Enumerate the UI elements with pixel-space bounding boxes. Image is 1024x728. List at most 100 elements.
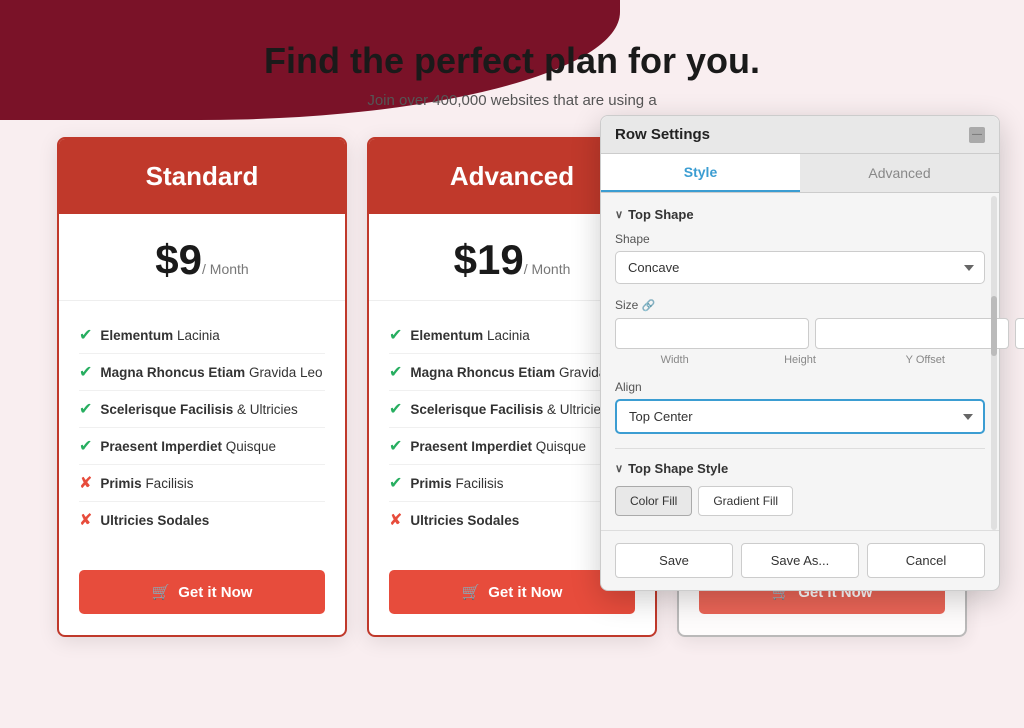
top-shape-style-section: ∨ Top Shape Style Color Fill Gradient Fi… [615, 448, 985, 516]
standard-price-amount: $9 [155, 236, 202, 283]
chevron-down-icon: ∨ [615, 462, 623, 475]
gradient-fill-label: Gradient Fill [713, 494, 778, 508]
cancel-label: Cancel [906, 553, 946, 568]
check-icon: ✔ [79, 362, 92, 382]
check-icon: ✔ [79, 399, 92, 419]
panel-scrollbar[interactable] [991, 196, 997, 530]
fill-buttons-group: Color Fill Gradient Fill [615, 486, 985, 516]
tab-style[interactable]: Style [601, 154, 800, 192]
feature-text: Praesent Imperdiet Quisque [100, 439, 276, 454]
standard-get-button[interactable]: 🛒 Get it Now [79, 570, 325, 614]
advanced-card-name: Advanced [450, 161, 574, 191]
x-icon: ✘ [79, 473, 92, 493]
top-shape-style-title[interactable]: ∨ Top Shape Style [615, 461, 985, 476]
row-settings-panel: Row Settings — Style Advanced ∨ Top Shap… [600, 115, 1000, 591]
list-item: ✔ Elementum Lacinia [389, 317, 635, 354]
color-fill-label: Color Fill [630, 494, 677, 508]
panel-footer: Save Save As... Cancel [601, 530, 999, 590]
feature-text: Scelerisque Facilisis & Ultricies [410, 402, 607, 417]
shape-field-group: Shape Concave None Convex Wave [615, 232, 985, 284]
cart-icon: 🛒 [152, 583, 171, 601]
feature-text: Ultricies Sodales [100, 513, 209, 528]
list-item: ✘ Primis Facilisis [79, 465, 325, 502]
width-label: Width [615, 354, 734, 366]
height-input[interactable] [815, 318, 1009, 349]
check-icon: ✔ [389, 436, 402, 456]
page-title: Find the perfect plan for you. [30, 40, 994, 82]
x-icon: ✘ [79, 510, 92, 530]
feature-text: Scelerisque Facilisis & Ultricies [100, 402, 297, 417]
cancel-button[interactable]: Cancel [867, 543, 985, 578]
feature-text: Praesent Imperdiet Quisque [410, 439, 586, 454]
panel-header: Row Settings — [601, 116, 999, 154]
list-item: ✔ Praesent Imperdiet Quisque [79, 428, 325, 465]
top-shape-section-title[interactable]: ∨ Top Shape [615, 207, 985, 222]
check-icon: ✔ [389, 362, 402, 382]
x-icon: ✘ [389, 510, 402, 530]
feature-text: Ultricies Sodales [410, 513, 519, 528]
feature-text: Magna Rhoncus Etiam Gravida Leo [100, 365, 322, 380]
standard-card-name: Standard [146, 161, 259, 191]
list-item: ✔ Elementum Lacinia [79, 317, 325, 354]
shape-field-label: Shape [615, 232, 985, 246]
check-icon: ✔ [79, 436, 92, 456]
color-fill-button[interactable]: Color Fill [615, 486, 692, 516]
list-item: ✔ Magna Rhoncus Etiam Gravida Leo [79, 354, 325, 391]
size-field-group: Size 🔗 px % em Width Height Y O [615, 298, 985, 366]
align-field-group: Align Top Center Top Left Top Right [615, 380, 985, 434]
check-icon: ✔ [79, 325, 92, 345]
align-select[interactable]: Top Center Top Left Top Right [615, 399, 985, 434]
size-inputs-row: px % em [615, 317, 985, 350]
list-item: ✔Scelerisque Facilisis & Ultricies [389, 391, 635, 428]
panel-body: ∨ Top Shape Shape Concave None Convex Wa… [601, 193, 999, 530]
feature-text: Elementum Lacinia [410, 328, 529, 343]
feature-text: Primis Facilisis [410, 476, 503, 491]
height-label: Height [740, 354, 859, 366]
top-shape-style-label: Top Shape Style [628, 461, 728, 476]
feature-text: Primis Facilisis [100, 476, 193, 491]
save-label: Save [659, 553, 689, 568]
shape-select[interactable]: Concave None Convex Wave [615, 251, 985, 284]
save-as-button[interactable]: Save As... [741, 543, 859, 578]
standard-card: Standard $9/ Month ✔ Elementum Lacinia ✔ M… [57, 137, 347, 637]
list-item: ✘ Ultricies Sodales [389, 502, 635, 538]
list-item: ✔ Magna Rhoncus Etiam Gravida [389, 354, 635, 391]
size-field-label: Size 🔗 [615, 298, 985, 312]
save-button[interactable]: Save [615, 543, 733, 578]
panel-scrollbar-thumb[interactable] [991, 296, 997, 356]
save-as-label: Save As... [771, 553, 830, 568]
tab-advanced-label: Advanced [868, 165, 930, 181]
top-shape-label: Top Shape [628, 207, 693, 222]
width-input[interactable] [615, 318, 809, 349]
size-label-text: Size [615, 298, 638, 312]
y-offset-input[interactable] [1015, 318, 1024, 349]
advanced-get-button[interactable]: 🛒 Get it Now [389, 570, 635, 614]
list-item: ✔ Praesent Imperdiet Quisque [389, 428, 635, 465]
advanced-price-period: / Month [524, 261, 571, 277]
check-icon: ✔ [389, 473, 402, 493]
standard-card-header: Standard [59, 139, 345, 214]
check-icon: ✔ [389, 325, 402, 345]
panel-minimize-button[interactable]: — [969, 127, 985, 143]
gradient-fill-button[interactable]: Gradient Fill [698, 486, 793, 516]
advanced-cta-label: Get it Now [488, 584, 562, 601]
top-shape-section: ∨ Top Shape Shape Concave None Convex Wa… [615, 207, 985, 434]
standard-cta-label: Get it Now [178, 584, 252, 601]
y-offset-label: Y Offset [866, 354, 985, 366]
standard-features-list: ✔ Elementum Lacinia ✔ Magna Rhoncus Etiam … [59, 301, 345, 554]
panel-tabs: Style Advanced [601, 154, 999, 193]
list-item: ✔ Scelerisque Facilisis & Ultricies [79, 391, 325, 428]
feature-text: Magna Rhoncus Etiam Gravida [410, 365, 606, 380]
tab-advanced[interactable]: Advanced [800, 154, 999, 192]
page-subtitle: Join over 400,000 websites that are usin… [30, 92, 994, 109]
standard-price-period: / Month [202, 261, 249, 277]
standard-card-price: $9/ Month [59, 214, 345, 301]
panel-title: Row Settings [615, 126, 710, 143]
feature-text: Elementum Lacinia [100, 328, 219, 343]
link-icon: 🔗 [642, 299, 656, 312]
tab-style-label: Style [684, 164, 717, 180]
chevron-down-icon: ∨ [615, 208, 623, 221]
minimize-icon: — [972, 129, 982, 140]
cart-icon: 🛒 [462, 583, 481, 601]
standard-card-footer: 🛒 Get it Now [59, 554, 345, 630]
